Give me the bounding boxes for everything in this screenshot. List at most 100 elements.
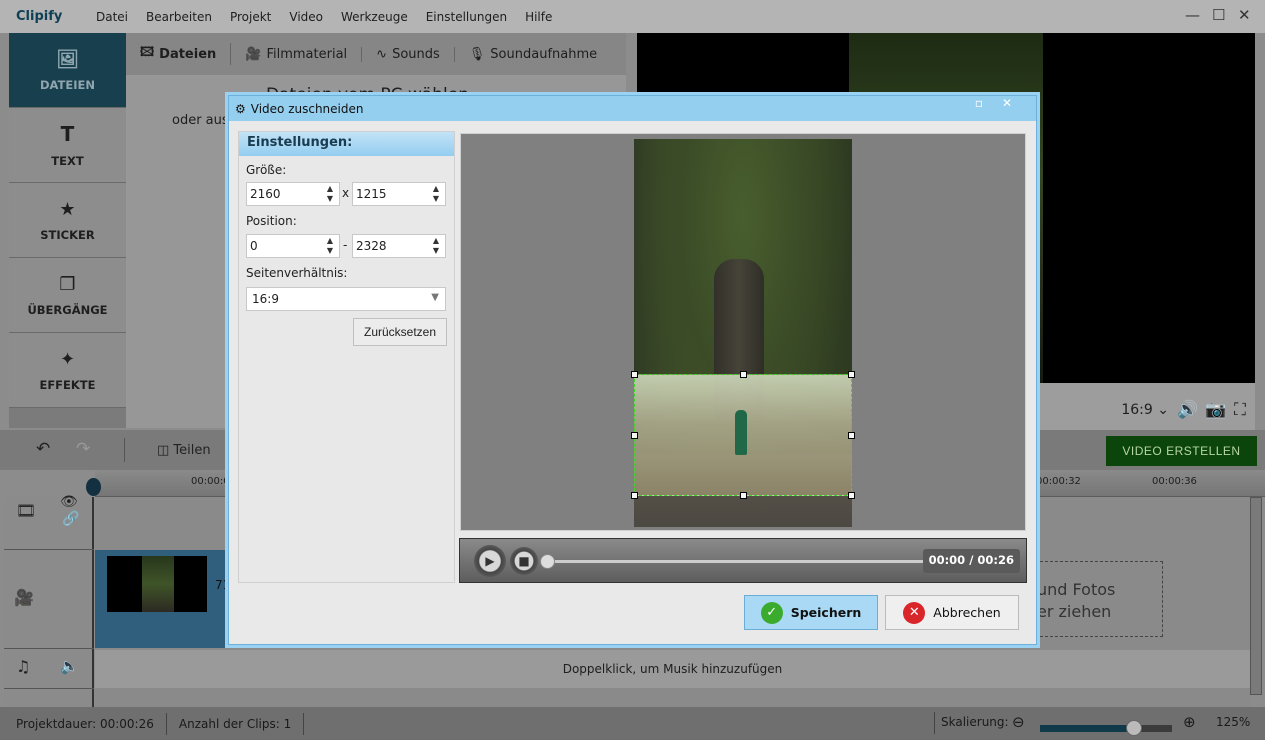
time-display: 00:00 / 00:26 xyxy=(922,549,1020,573)
sidebar-item-label: DATEIEN xyxy=(39,77,95,92)
video-clip[interactable]: 71 xyxy=(95,550,245,648)
film-reel-icon: ⚙ xyxy=(235,101,246,116)
crop-handle[interactable] xyxy=(848,371,855,378)
cancel-button[interactable]: ✕ Abbrechen xyxy=(885,595,1019,630)
cancel-label: Abbrechen xyxy=(933,605,1001,620)
snapshot-icon[interactable]: 📷 xyxy=(1205,400,1226,420)
split-button[interactable]: ◫ Teilen xyxy=(157,443,211,458)
music-note-icon: ♫ xyxy=(16,657,31,676)
tab-soundaufnahme[interactable]: 🎙 Soundaufnahme xyxy=(469,47,611,62)
undo-icon[interactable]: ↶ xyxy=(36,439,50,459)
sidebar-item-text[interactable]: T TEXT xyxy=(9,108,126,183)
image-icon: 🖼 xyxy=(56,48,79,70)
film-icon: 🎞 xyxy=(16,501,37,520)
duration-value: 00:00:26 xyxy=(99,716,154,731)
seek-bar[interactable] xyxy=(546,560,926,563)
video-track-header: 🎞 👁 🔗 xyxy=(4,494,94,550)
speaker-icon[interactable]: 🔈 xyxy=(60,657,79,675)
height-input[interactable]: 1215 ▲ ▼ xyxy=(352,182,446,206)
text-icon: T xyxy=(60,122,75,146)
clip-track-header: 🎥 xyxy=(4,550,94,649)
menu-bar: Clipify Datei Bearbeiten Projekt Video W… xyxy=(0,0,1265,33)
redo-icon[interactable]: ↷ xyxy=(76,439,90,459)
tab-sounds[interactable]: ∿ Sounds xyxy=(376,46,455,62)
aspect-ratio-dropdown[interactable]: 16:9 ⌄ xyxy=(1121,402,1169,418)
spin-arrows-icon[interactable]: ▲ ▼ xyxy=(327,184,333,204)
duration-label: Projektdauer: xyxy=(16,716,97,731)
close-icon[interactable]: ✕ xyxy=(991,96,1023,112)
link-icon[interactable]: 🔗 xyxy=(62,511,79,527)
position-x-input[interactable]: 0 ▲ ▼ xyxy=(246,234,340,258)
sidebar-item-uebergaenge[interactable]: ❐ ÜBERGÄNGE xyxy=(9,258,126,333)
crop-video-dialog: ⚙ Video zuschneiden ▫ ✕ Einstellungen: G… xyxy=(228,95,1037,645)
zoom-out-icon[interactable]: ⊖ xyxy=(1012,713,1025,731)
menu-datei[interactable]: Datei xyxy=(96,10,128,24)
crop-handle[interactable] xyxy=(631,492,638,499)
app-logo: Clipify xyxy=(16,9,63,24)
crop-handle[interactable] xyxy=(631,432,638,439)
aspect-value: 16:9 xyxy=(252,292,279,306)
sidebar-item-sticker[interactable]: ★ STICKER xyxy=(9,183,126,258)
sidebar-item-label: STICKER xyxy=(40,227,95,242)
magic-wand-icon: ✦ xyxy=(59,348,76,370)
zoom-in-icon[interactable]: ⊕ xyxy=(1183,713,1196,731)
timeline-scrollbar[interactable] xyxy=(1250,497,1262,695)
crop-rectangle[interactable] xyxy=(631,371,855,499)
seek-handle[interactable] xyxy=(540,554,555,569)
crop-handle[interactable] xyxy=(848,492,855,499)
fullscreen-icon[interactable]: ⛶ xyxy=(1234,400,1246,420)
scale-slider[interactable] xyxy=(1040,720,1172,736)
create-video-button[interactable]: VIDEO ERSTELLEN xyxy=(1106,436,1257,466)
music-track[interactable]: Doppelklick, um Musik hinzuzufügen xyxy=(95,650,1250,688)
position-separator: - xyxy=(343,238,348,252)
settings-heading: Einstellungen: xyxy=(239,132,454,156)
camera-icon: 🎥 xyxy=(245,46,262,62)
eye-icon[interactable]: 👁 xyxy=(60,494,78,510)
aspect-ratio-select[interactable]: 16:9 ▼ xyxy=(246,287,446,311)
image-icon: 🖾 xyxy=(140,45,155,60)
tab-label: Filmmaterial xyxy=(266,46,348,62)
crop-handle[interactable] xyxy=(740,492,747,499)
microphone-icon: 🎙 xyxy=(468,46,486,62)
crop-handle[interactable] xyxy=(631,371,638,378)
play-icon[interactable]: ▶ xyxy=(474,545,506,577)
waveform-icon: ∿ xyxy=(376,46,388,62)
height-value: 1215 xyxy=(356,187,387,201)
position-x-value: 0 xyxy=(250,239,258,253)
sidebar-item-dateien[interactable]: 🖼 DATEIEN xyxy=(9,33,126,108)
save-button[interactable]: ✓ Speichern xyxy=(744,595,878,630)
player-bar: ▶ ■ 00:00 / 00:26 xyxy=(459,538,1027,583)
spin-arrows-icon[interactable]: ▲ ▼ xyxy=(327,236,333,256)
position-y-value: 2328 xyxy=(356,239,387,253)
tab-bar: 🖾 Dateien 🎥 Filmmaterial ∿ Sounds 🎙 Soundauf… xyxy=(126,33,626,75)
width-input[interactable]: 2160 ▲ ▼ xyxy=(246,182,340,206)
dialog-titlebar: ⚙ Video zuschneiden ▫ ✕ xyxy=(229,96,1036,121)
sidebar-item-effekte[interactable]: ✦ EFFEKTE xyxy=(9,333,126,408)
slider-handle[interactable] xyxy=(1125,720,1142,736)
playhead[interactable] xyxy=(86,478,101,496)
menu-bearbeiten[interactable]: Bearbeiten xyxy=(146,10,212,24)
tab-dateien[interactable]: 🖾 Dateien xyxy=(140,43,232,65)
stop-icon[interactable]: ■ xyxy=(510,547,538,575)
menu-werkzeuge[interactable]: Werkzeuge xyxy=(341,10,408,24)
width-value: 2160 xyxy=(250,187,281,201)
spin-arrows-icon[interactable]: ▲ ▼ xyxy=(433,236,439,256)
position-y-input[interactable]: 2328 ▲ ▼ xyxy=(352,234,446,258)
crop-handle[interactable] xyxy=(740,371,747,378)
menu-projekt[interactable]: Projekt xyxy=(230,10,271,24)
menu-einstellungen[interactable]: Einstellungen xyxy=(426,10,507,24)
volume-icon[interactable]: 🔊 xyxy=(1177,400,1198,420)
crop-handle[interactable] xyxy=(848,432,855,439)
sidebar-item-label: EFFEKTE xyxy=(39,377,96,392)
maximize-icon[interactable]: ☐ xyxy=(1212,6,1225,24)
reset-button[interactable]: Zurücksetzen xyxy=(353,318,447,346)
drop-text: und Fotos xyxy=(1037,580,1116,599)
scale-label: Skalierung: xyxy=(941,715,1009,729)
settings-panel: Einstellungen: Größe: 2160 ▲ ▼ x 1215 ▲ ▼ Po… xyxy=(238,131,455,583)
spin-arrows-icon[interactable]: ▲ ▼ xyxy=(433,184,439,204)
menu-video[interactable]: Video xyxy=(289,10,323,24)
tab-filmmaterial[interactable]: 🎥 Filmmaterial xyxy=(245,46,363,62)
minimize-icon[interactable]: — xyxy=(1185,6,1200,24)
close-icon[interactable]: ✕ xyxy=(1238,6,1251,24)
menu-hilfe[interactable]: Hilfe xyxy=(525,10,552,24)
